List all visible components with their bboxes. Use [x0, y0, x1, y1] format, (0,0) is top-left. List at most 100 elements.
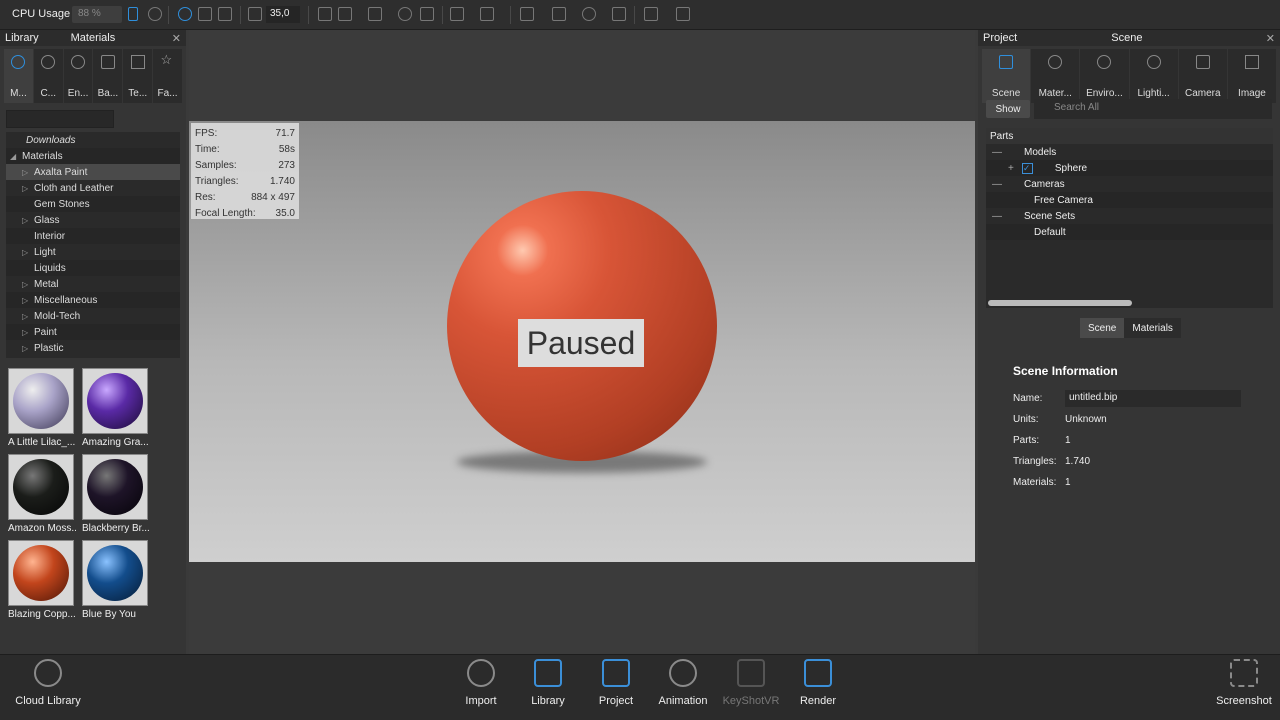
visibility-checkbox[interactable]: ✓: [1021, 162, 1033, 174]
zoom-icon[interactable]: [248, 7, 262, 21]
image-icon: [1244, 55, 1259, 69]
animation-button[interactable]: Animation: [649, 659, 717, 707]
name-field[interactable]: untitled.bip: [1065, 390, 1241, 407]
tree-item-scene-sets[interactable]: — Scene Sets: [986, 208, 1273, 224]
tree-item-sphere[interactable]: + ✓ Sphere: [986, 160, 1273, 176]
download-icon[interactable]: [218, 7, 232, 21]
star-icon: ☆: [160, 52, 173, 67]
search-input[interactable]: Search All: [1034, 99, 1272, 119]
rotate-icon[interactable]: [398, 7, 412, 21]
tree-item-mold-tech[interactable]: ▷ Mold-Tech: [6, 308, 180, 324]
tree-item-paint[interactable]: ▷ Paint: [6, 324, 180, 340]
tree-item-axalta-paint[interactable]: ▷ Axalta Paint: [6, 164, 180, 180]
tree-item-downloads[interactable]: Downloads: [6, 132, 180, 148]
cloud-library-button[interactable]: Cloud Library: [14, 659, 82, 707]
material-thumb[interactable]: Blue By You: [82, 540, 150, 620]
close-icon[interactable]: ✕: [172, 32, 181, 45]
screenshot-icon: [1230, 659, 1258, 687]
tree-item-interior[interactable]: Interior: [6, 228, 180, 244]
render-button[interactable]: Render: [784, 659, 852, 707]
tree-item-models[interactable]: — Models: [986, 144, 1273, 160]
library-tabs: M... C... En... Ba... Te... ☆ Fa...: [0, 46, 186, 106]
tree-item-free-camera[interactable]: Free Camera: [986, 192, 1273, 208]
tab-environments[interactable]: En...: [63, 49, 93, 103]
performance-mode-icon[interactable]: [148, 7, 162, 21]
tab-image[interactable]: Image: [1227, 49, 1277, 103]
view-icon[interactable]: [480, 7, 494, 21]
zoom-input[interactable]: 35,0: [266, 6, 300, 23]
tab-backplates[interactable]: Ba...: [93, 49, 123, 103]
tree-item-default[interactable]: Default: [986, 224, 1273, 240]
bulb-icon: [1146, 55, 1161, 69]
tab-materials[interactable]: Mater...: [1031, 49, 1080, 103]
refresh-icon[interactable]: [178, 7, 192, 21]
tab-materials[interactable]: M...: [4, 49, 33, 103]
horizontal-scrollbar[interactable]: [988, 300, 1132, 306]
render-region-icon[interactable]: [368, 7, 382, 21]
tab-textures[interactable]: Te...: [123, 49, 153, 103]
import-button[interactable]: Import: [447, 659, 515, 707]
show-button[interactable]: Show: [986, 100, 1030, 118]
tree-item-materials[interactable]: ◢ Materials: [6, 148, 180, 164]
tree-item-gem-stones[interactable]: Gem Stones: [6, 196, 180, 212]
material-thumb[interactable]: Blazing Copp...: [8, 540, 76, 620]
cpu-usage-label: CPU Usage: [12, 8, 71, 20]
tab-environment[interactable]: Enviro...: [1080, 49, 1129, 103]
tab-colors[interactable]: C...: [33, 49, 63, 103]
tools-icon[interactable]: [582, 7, 596, 21]
list-icon: [602, 659, 630, 687]
monitor-icon[interactable]: [644, 7, 658, 21]
material-thumb[interactable]: Blackberry Br...: [82, 454, 150, 534]
tree-item-cloth[interactable]: ▷ Cloth and Leather: [6, 180, 180, 196]
presentation-icon[interactable]: [676, 7, 690, 21]
project-subtitle: Scene: [1111, 32, 1143, 44]
subtab-materials[interactable]: Materials: [1124, 318, 1181, 338]
tree-item-misc[interactable]: ▷ Miscellaneous: [6, 292, 180, 308]
move-tool-icon[interactable]: [338, 7, 352, 21]
frame-icon[interactable]: [450, 7, 464, 21]
globe-icon: [71, 55, 86, 69]
render-viewport[interactable]: FPS: 71.7 Time: 58s Samples: 273 Triangles:…: [189, 30, 975, 654]
tree-item-liquids[interactable]: Liquids: [6, 260, 180, 276]
project-panel: Project Scene ✕ Scene Mater... Enviro...…: [978, 30, 1280, 654]
copy-icon[interactable]: [420, 7, 434, 21]
keyshotvr-button[interactable]: KeyShotVR: [717, 659, 785, 707]
material-thumb[interactable]: Amazing Gra...: [82, 368, 150, 448]
scene-info-title: Scene Information: [1013, 364, 1118, 378]
material-thumb[interactable]: A Little Lilac_...: [8, 368, 76, 448]
render-image[interactable]: FPS: 71.7 Time: 58s Samples: 273 Triangles:…: [189, 121, 975, 562]
tree-item-light[interactable]: ▷ Light: [6, 244, 180, 260]
library-header: Library Materials ✕: [0, 30, 186, 46]
library-title: Library: [5, 32, 39, 44]
tab-favorites[interactable]: ☆ Fa...: [153, 49, 182, 103]
crop-icon[interactable]: [612, 7, 626, 21]
cpu-usage-input[interactable]: 88 %: [72, 6, 122, 23]
subtab-scene[interactable]: Scene: [1080, 318, 1125, 338]
tree-item-metal[interactable]: ▷ Metal: [6, 276, 180, 292]
image-icon[interactable]: [552, 7, 566, 21]
tree-item-cameras[interactable]: — Cameras: [986, 176, 1273, 192]
camera-tool-icon[interactable]: [318, 7, 332, 21]
tab-camera[interactable]: Camera: [1178, 49, 1227, 103]
project-button[interactable]: Project: [582, 659, 650, 707]
cloud-library-icon: [34, 659, 62, 687]
globe-icon: [1097, 55, 1112, 69]
library-search-input[interactable]: [6, 110, 114, 128]
screenshot-button[interactable]: Screenshot: [1208, 659, 1280, 707]
tab-scene[interactable]: Scene: [982, 49, 1031, 103]
geometry-icon[interactable]: [520, 7, 534, 21]
scene-icon: [999, 55, 1014, 69]
tree-item-glass[interactable]: ▷ Glass: [6, 212, 180, 228]
book-icon: [534, 659, 562, 687]
library-button[interactable]: Library: [514, 659, 582, 707]
project-header: Project Scene ✕: [978, 30, 1280, 46]
play-icon: [669, 659, 697, 687]
library-tree: Downloads ◢ Materials ▷ Axalta Paint ▷ Clot…: [6, 132, 180, 358]
scene-information: Scene Information Name: untitled.bip Unit…: [1013, 364, 1273, 493]
material-thumb[interactable]: Amazon Moss...: [8, 454, 76, 534]
tree-item-plastic[interactable]: ▷ Plastic: [6, 340, 180, 356]
close-icon[interactable]: ✕: [1266, 32, 1275, 45]
expand-icon[interactable]: [198, 7, 212, 21]
pause-icon[interactable]: [128, 7, 138, 21]
tab-lighting[interactable]: Lighti...: [1129, 49, 1178, 103]
